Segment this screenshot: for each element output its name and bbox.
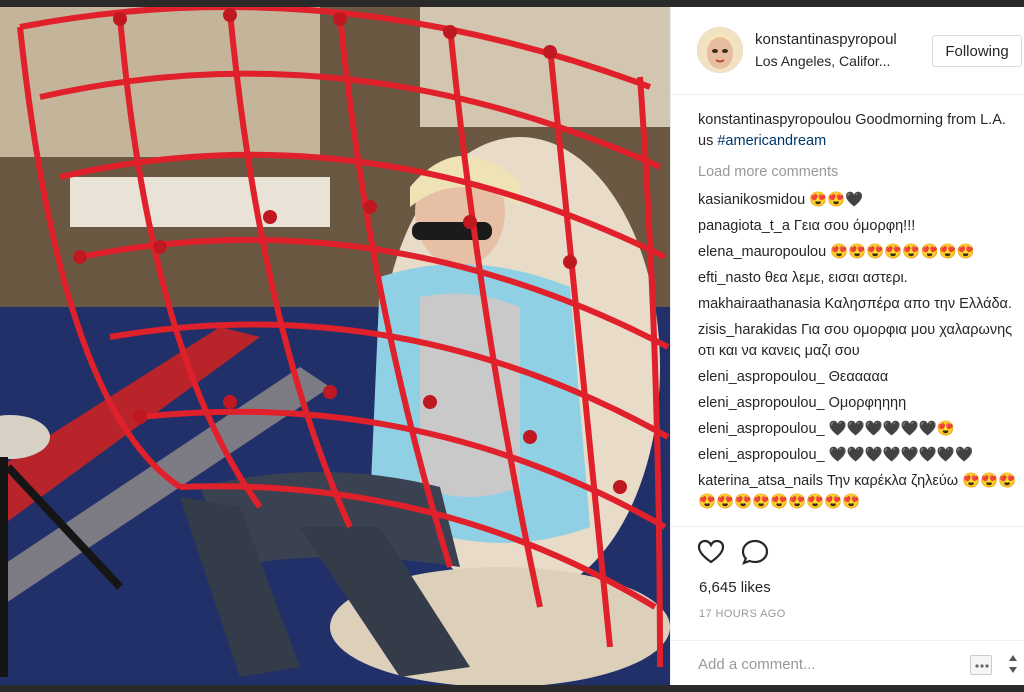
comment-text: Θεααααα — [828, 369, 889, 385]
avatar-face-icon — [697, 27, 743, 73]
comment-username[interactable]: kasianikosmidou — [698, 192, 805, 208]
comment-username[interactable]: eleni_aspropoulou_ — [698, 447, 825, 463]
comment-item: eleni_aspropoulou_ 🖤🖤🖤🖤🖤🖤🖤🖤 — [698, 445, 1018, 466]
post-caption: konstantinaspyropoulou Goodmorning from … — [698, 110, 1018, 152]
comment-text: 🖤🖤🖤🖤🖤🖤😍 — [828, 421, 955, 437]
post-username[interactable]: konstantinaspyropoul — [755, 31, 897, 48]
caption-hashtag[interactable]: #americandream — [717, 133, 826, 149]
bottom-border — [0, 685, 1024, 692]
comment-text: 🖤🖤🖤🖤🖤🖤🖤🖤 — [828, 447, 974, 463]
post-timestamp[interactable]: 17 HOURS AGO — [699, 608, 786, 620]
comment-username[interactable]: eleni_aspropoulou_ — [698, 395, 825, 411]
load-more-comments-link[interactable]: Load more comments — [698, 162, 1018, 182]
comment-text: Ομορφηηηη — [828, 395, 907, 411]
post-photo[interactable] — [0, 7, 670, 685]
comment-item: katerina_atsa_nails Την καρέκλα ζηλεύω 😍😍… — [698, 471, 1018, 513]
comment-item: eleni_aspropoulou_ Θεααααα — [698, 367, 1018, 388]
comment-item: elena_mauropoulou 😍😍😍😍😍😍😍😍 — [698, 242, 1018, 263]
caption-username[interactable]: konstantinaspyropoulou — [698, 112, 851, 128]
following-button[interactable]: Following — [932, 35, 1022, 67]
likes-count[interactable]: 6,645 likes — [699, 579, 771, 596]
comment-bubble-icon[interactable] — [741, 539, 769, 565]
comment-text: Γεια σου όμορφη!!! — [793, 218, 916, 234]
comment-item: kasianikosmidou 😍😍🖤 — [698, 190, 1018, 211]
comment-username[interactable]: eleni_aspropoulou_ — [698, 421, 825, 437]
comment-username[interactable]: katerina_atsa_nails — [698, 473, 823, 489]
comment-username[interactable]: makhairaathanasia — [698, 296, 821, 312]
comment-text: 😍😍🖤 — [809, 192, 864, 208]
top-border — [0, 0, 1024, 7]
comments-list[interactable]: konstantinaspyropoulou Goodmorning from … — [698, 110, 1018, 526]
comment-item: panagiota_t_a Γεια σου όμορφη!!! — [698, 216, 1018, 237]
comment-item: makhairaathanasia Καλησπέρα απο την Ελλάδ… — [698, 294, 1018, 315]
comment-item: eleni_aspropoulou_ Ομορφηηηη — [698, 393, 1018, 414]
more-options-icon[interactable] — [970, 655, 992, 675]
comment-username[interactable]: elena_mauropoulou — [698, 244, 826, 260]
heart-icon[interactable] — [697, 539, 725, 565]
comment-text: Καλησπέρα απο την Ελλάδα. — [824, 296, 1012, 312]
comment-username[interactable]: efti_nasto — [698, 270, 761, 286]
comment-text: 😍😍😍😍😍😍😍😍 — [830, 244, 975, 260]
add-comment-bar — [671, 640, 1024, 686]
comment-username[interactable]: zisis_harakidas — [698, 322, 797, 338]
post-sidebar: konstantinaspyropoul Los Angeles, Califo… — [670, 7, 1024, 685]
post-header: konstantinaspyropoul Los Angeles, Califo… — [671, 7, 1024, 95]
post-actions: 6,645 likes 17 HOURS AGO — [671, 526, 1024, 685]
comment-username[interactable]: panagiota_t_a — [698, 218, 790, 234]
comment-item: eleni_aspropoulou_ 🖤🖤🖤🖤🖤🖤😍 — [698, 419, 1018, 440]
comment-username[interactable]: eleni_aspropoulou_ — [698, 369, 825, 385]
avatar[interactable] — [697, 27, 743, 73]
scroll-arrows-icon[interactable] — [1007, 651, 1019, 677]
photo-illustration — [0, 7, 670, 685]
comment-text: θεα λεμε, εισαι αστερι. — [764, 270, 908, 286]
post-location[interactable]: Los Angeles, Califor... — [755, 53, 890, 69]
add-comment-input[interactable] — [698, 651, 958, 677]
comment-item: efti_nasto θεα λεμε, εισαι αστερι. — [698, 268, 1018, 289]
comment-item: zisis_harakidas Για σου ομορφια μου χαλαρ… — [698, 320, 1018, 362]
